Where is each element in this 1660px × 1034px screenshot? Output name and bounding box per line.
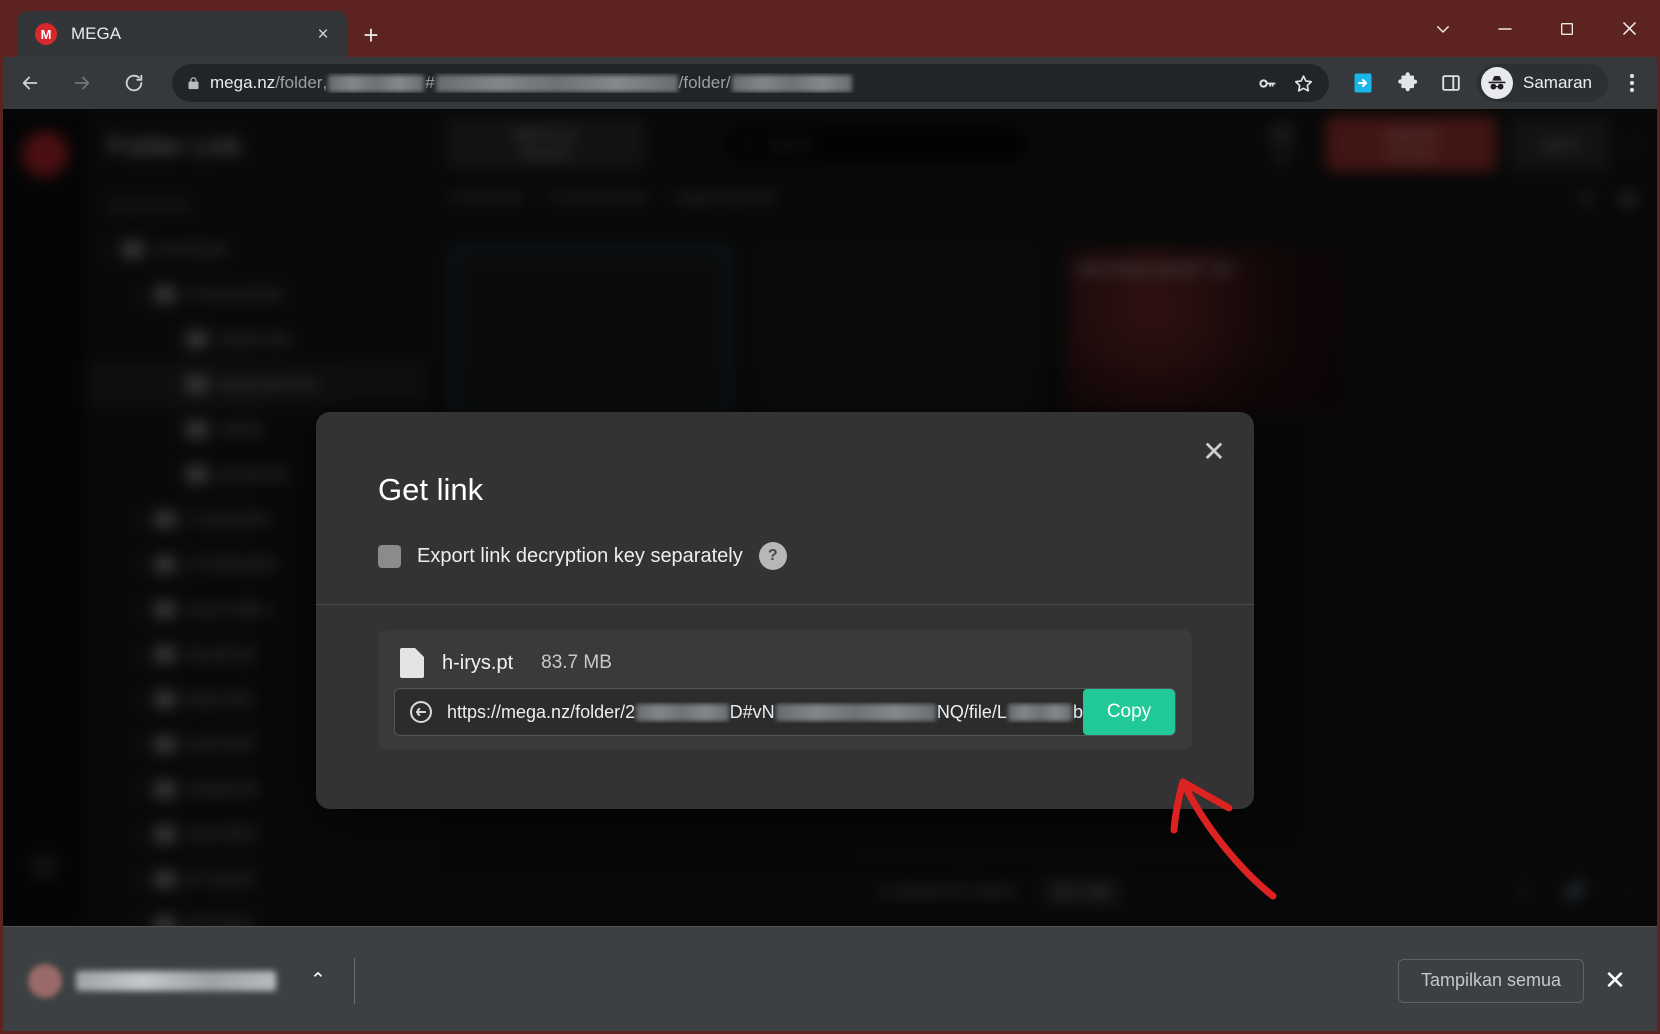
browser-toolbar: mega.nz/folder, # /folder/ Samaran <box>0 57 1660 109</box>
file-row: h-irys.pt 83.7 MB <box>400 648 612 678</box>
browser-titlebar: M MEGA × + <box>0 0 1660 57</box>
tab-search-icon[interactable] <box>1412 0 1474 57</box>
minimize-icon[interactable] <box>1474 0 1536 57</box>
tab-title: MEGA <box>71 24 122 43</box>
new-tab-button[interactable]: + <box>355 19 387 51</box>
close-tab-icon[interactable]: × <box>309 20 337 48</box>
download-bar: ⌃ Tampilkan semua ✕ <box>0 926 1660 1034</box>
share-link-value[interactable]: https://mega.nz/folder/2 D#vN NQ/file/L … <box>447 702 1083 723</box>
link-mid-2: NQ/file/L <box>936 701 1007 722</box>
close-download-bar-icon[interactable]: ✕ <box>1592 958 1638 1004</box>
close-window-icon[interactable] <box>1598 0 1660 57</box>
download-extension-icon[interactable] <box>1343 61 1383 105</box>
browser-window: Folder Link Shared items ▸0-Archived▸0-S… <box>0 0 1660 1034</box>
window-controls <box>1412 0 1660 57</box>
maximize-icon[interactable] <box>1536 0 1598 57</box>
web-page-content: Folder Link Shared items ▸0-Archived▸0-S… <box>0 109 1660 926</box>
reload-icon[interactable] <box>112 61 156 105</box>
link-redacted-1 <box>636 703 729 721</box>
menu-dot <box>1630 88 1634 92</box>
url-redacted-1 <box>328 74 425 92</box>
download-favicon <box>28 963 62 998</box>
download-filename-redacted <box>76 970 276 991</box>
side-panel-icon[interactable] <box>1431 61 1471 105</box>
url-hash: # <box>425 73 435 92</box>
close-icon[interactable]: ✕ <box>1192 430 1236 474</box>
url-redacted-3 <box>731 74 852 92</box>
link-mid-1: D#vN <box>729 701 775 722</box>
url-path-1: /folder <box>275 73 323 92</box>
file-icon <box>400 648 424 678</box>
omnibox-actions <box>1249 65 1321 101</box>
address-bar[interactable]: mega.nz/folder, # /folder/ <box>172 64 1330 102</box>
extensions-puzzle-icon[interactable] <box>1387 61 1427 105</box>
profile-name: Samaran <box>1523 73 1592 92</box>
file-name: h-irys.pt <box>442 651 514 674</box>
window-edge-left <box>0 0 3 1034</box>
link-prefix: https://mega.nz/folder/2 <box>447 701 636 722</box>
url-redacted-2 <box>435 74 678 92</box>
link-panel: h-irys.pt 83.7 MB https://mega.nz/folder… <box>378 630 1192 750</box>
url-path-2: /folder/ <box>678 73 731 92</box>
link-redacted-2 <box>775 703 936 721</box>
url-sep-1: , <box>322 73 328 92</box>
padlock-icon[interactable] <box>176 66 210 100</box>
menu-dot <box>1630 81 1634 85</box>
link-input-wrap[interactable]: https://mega.nz/folder/2 D#vN NQ/file/L … <box>394 688 1176 736</box>
link-redacted-3 <box>1007 703 1072 721</box>
help-icon[interactable]: ? <box>758 542 787 570</box>
mega-favicon: M <box>35 23 57 45</box>
url-text[interactable]: mega.nz/folder, # /folder/ <box>210 73 1249 93</box>
bookmark-star-icon[interactable] <box>1285 65 1321 101</box>
get-link-dialog: ✕ Get link Export link decryption key se… <box>316 412 1254 809</box>
export-key-label: Export link decryption key separately <box>417 544 743 567</box>
chevron-up-icon[interactable]: ⌃ <box>298 961 338 1001</box>
url-host: mega.nz <box>210 73 276 92</box>
export-key-checkbox[interactable] <box>378 544 401 568</box>
forward-icon[interactable] <box>60 61 104 105</box>
copy-button[interactable]: Copy <box>1083 689 1175 735</box>
file-size: 83.7 MB <box>541 652 612 673</box>
link-suffix: b <box>1072 701 1083 722</box>
dialog-title: Get link <box>378 472 484 507</box>
download-divider <box>354 957 355 1004</box>
download-bar-actions: Tampilkan semua ✕ <box>1397 958 1638 1004</box>
password-key-icon[interactable] <box>1249 65 1285 101</box>
show-all-downloads-button[interactable]: Tampilkan semua <box>1397 958 1584 1003</box>
browser-menu-icon[interactable] <box>1612 61 1652 105</box>
browser-tab[interactable]: M MEGA × <box>17 11 347 57</box>
menu-dot <box>1630 74 1634 78</box>
export-key-row[interactable]: Export link decryption key separately ? <box>378 542 787 570</box>
link-chain-icon <box>395 699 447 725</box>
profile-chip[interactable]: Samaran <box>1477 64 1608 102</box>
incognito-avatar <box>1481 67 1514 99</box>
back-icon[interactable] <box>8 61 52 105</box>
download-item[interactable]: ⌃ <box>28 953 338 1009</box>
dialog-divider <box>316 604 1254 605</box>
